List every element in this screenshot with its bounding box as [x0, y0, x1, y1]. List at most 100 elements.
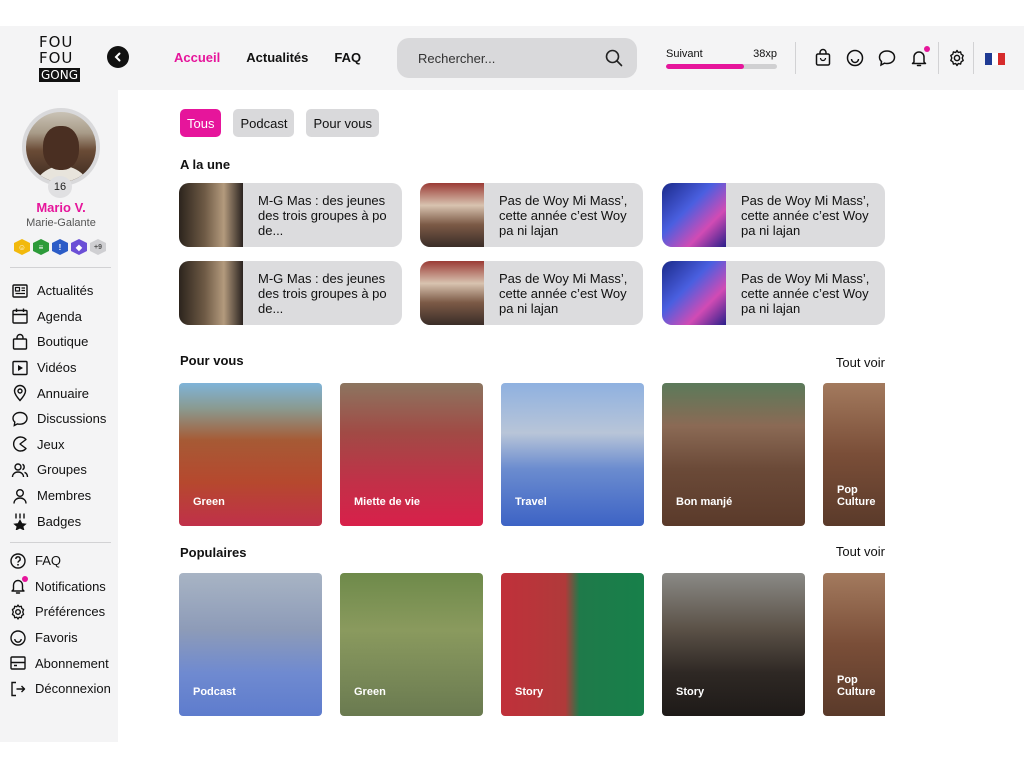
category-card-travel[interactable]: Travel — [501, 383, 644, 526]
filter-chip-pour-vous[interactable]: Pour vous — [306, 109, 379, 137]
nav-actualites[interactable]: Actualités — [246, 50, 308, 65]
news-card[interactable]: M-G Mas : des jeunes des trois groupes à… — [179, 183, 402, 247]
news-card[interactable]: Pas de Woy Mi Mass’, cette année c’est W… — [662, 261, 885, 325]
foufougong-logo[interactable]: FOU FOU GONG — [39, 34, 81, 82]
badge-row[interactable]: ☺ ≡ ! ◆ +9 — [14, 239, 106, 255]
section-title-a-la-une: A la une — [180, 157, 231, 172]
xp-label: Suivant — [666, 48, 703, 60]
category-card-story[interactable]: Story — [662, 573, 805, 716]
sidebar-divider — [10, 267, 111, 268]
logout-icon — [11, 681, 26, 696]
search-input[interactable] — [418, 50, 605, 66]
top-header: FOU FOU GONG Accueil Actualités FAQ Suiv… — [0, 26, 1024, 90]
xp-value: 38xp — [753, 48, 777, 60]
category-card-miette-de-vie[interactable]: Miette de vie — [340, 383, 483, 526]
header-divider — [795, 42, 796, 74]
sidebar-item-label: Membres — [37, 488, 92, 504]
smiley-icon — [10, 629, 26, 646]
filter-chip-tous[interactable]: Tous — [180, 109, 222, 137]
category-card-pop-culture[interactable]: Pop Culture — [823, 383, 885, 526]
chat-bubble-icon — [12, 411, 28, 427]
nav-faq[interactable]: FAQ — [334, 50, 361, 65]
news-thumbnail — [179, 183, 243, 247]
sidebar-item-videos[interactable]: Vidéos — [11, 355, 106, 381]
nav-accueil[interactable]: Accueil — [174, 50, 220, 65]
sidebar-item-boutique[interactable]: Boutique — [11, 329, 106, 355]
sidebar-item-discussions[interactable]: Discussions — [11, 406, 106, 432]
news-thumbnail — [179, 261, 243, 325]
category-card-story[interactable]: Story — [501, 573, 644, 716]
see-all-populaires[interactable]: Tout voir — [836, 544, 885, 559]
badge-more: +9 — [90, 239, 106, 255]
user-location: Marie-Galante — [26, 217, 96, 229]
news-thumbnail — [420, 261, 484, 325]
see-all-pour-vous[interactable]: Tout voir — [836, 355, 885, 370]
news-card[interactable]: Pas de Woy Mi Mass’, cette année c’est W… — [662, 183, 885, 247]
xp-progress: Suivant 38xp — [666, 48, 777, 69]
badge-blue-icon: ! — [52, 239, 68, 255]
sidebar-menu-secondary: FAQ Notifications Préférences Favoris Ab… — [9, 548, 111, 702]
card-label: Story — [676, 686, 705, 698]
sidebar-item-label: Favoris — [35, 630, 78, 646]
filter-chip-podcast[interactable]: Podcast — [233, 109, 295, 137]
smiley-icon[interactable] — [845, 48, 865, 68]
news-thumbnail — [662, 261, 726, 325]
level-badge: 16 — [48, 176, 72, 198]
back-button[interactable] — [107, 46, 129, 68]
search-bar — [397, 38, 637, 78]
notification-dot — [22, 576, 28, 583]
badge-gold-icon: ☺ — [14, 239, 30, 255]
sidebar-item-preferences[interactable]: Préférences — [9, 599, 111, 625]
main-content: Tous Podcast Pour vous A la une M-G Mas … — [118, 90, 1024, 742]
french-flag-icon[interactable] — [985, 53, 1006, 65]
notifications-button[interactable] — [909, 46, 930, 68]
sidebar-item-label: Annuaire — [37, 385, 90, 401]
sidebar-item-deconnexion[interactable]: Déconnexion — [9, 676, 111, 702]
sidebar-item-actualites[interactable]: Actualités — [11, 278, 106, 304]
card-label: Bon manjé — [676, 496, 733, 508]
subscription-icon — [10, 656, 26, 670]
sidebar-item-badges[interactable]: Badges — [11, 508, 106, 534]
sidebar-item-groupes[interactable]: Groupes — [11, 457, 106, 483]
category-card-podcast[interactable]: Podcast — [179, 573, 322, 716]
sidebar-item-label: Déconnexion — [35, 681, 111, 697]
gear-icon[interactable] — [947, 48, 967, 68]
notification-dot — [924, 46, 930, 52]
news-title: M-G Mas : des jeunes des trois groupes à… — [258, 271, 387, 316]
category-card-green[interactable]: Green — [340, 573, 483, 716]
news-card[interactable]: Pas de Woy Mi Mass’, cette année c’est W… — [420, 261, 643, 325]
chat-bubble-icon[interactable] — [877, 48, 897, 68]
shopping-bag-icon — [12, 333, 28, 350]
sidebar-item-notifications[interactable]: Notifications — [9, 574, 111, 600]
user-name[interactable]: Mario V. — [0, 200, 122, 215]
sidebar-item-favoris[interactable]: Favoris — [9, 625, 111, 651]
logo-line-3: GONG — [39, 68, 81, 82]
shopping-bag-icon[interactable] — [813, 48, 833, 68]
user-icon — [13, 488, 27, 504]
sidebar-item-label: Actualités — [37, 283, 94, 299]
category-card-green[interactable]: Green — [179, 383, 322, 526]
search-icon[interactable] — [605, 49, 623, 67]
sidebar-item-annuaire[interactable]: Annuaire — [11, 380, 106, 406]
badge-green-icon: ≡ — [33, 239, 49, 255]
card-label: Green — [354, 686, 386, 698]
pacman-icon — [12, 436, 27, 453]
news-card[interactable]: Pas de Woy Mi Mass’, cette année c’est W… — [420, 183, 643, 247]
sidebar-item-abonnement[interactable]: Abonnement — [9, 650, 111, 676]
gear-icon — [11, 604, 25, 620]
avatar[interactable] — [22, 108, 100, 186]
sidebar-item-label: Discussions — [37, 411, 107, 427]
newspaper-icon — [12, 284, 28, 298]
sidebar-item-agenda[interactable]: Agenda — [11, 304, 106, 330]
main-nav: Accueil Actualités FAQ — [174, 50, 361, 65]
category-card-bon-manje[interactable]: Bon manjé — [662, 383, 805, 526]
filter-chips: Tous Podcast Pour vous — [180, 109, 379, 137]
sidebar-item-jeux[interactable]: Jeux — [11, 432, 106, 458]
app-window: FOU FOU GONG Accueil Actualités FAQ Suiv… — [0, 26, 1024, 742]
sidebar: 16 Mario V. Marie-Galante ☺ ≡ ! ◆ +9 Act… — [0, 90, 118, 742]
category-card-pop-culture[interactable]: Pop Culture — [823, 573, 885, 716]
sidebar-item-faq[interactable]: FAQ — [9, 548, 111, 574]
sidebar-item-membres[interactable]: Membres — [11, 483, 106, 509]
chevron-left-icon — [114, 52, 121, 62]
news-card[interactable]: M-G Mas : des jeunes des trois groupes à… — [179, 261, 402, 325]
